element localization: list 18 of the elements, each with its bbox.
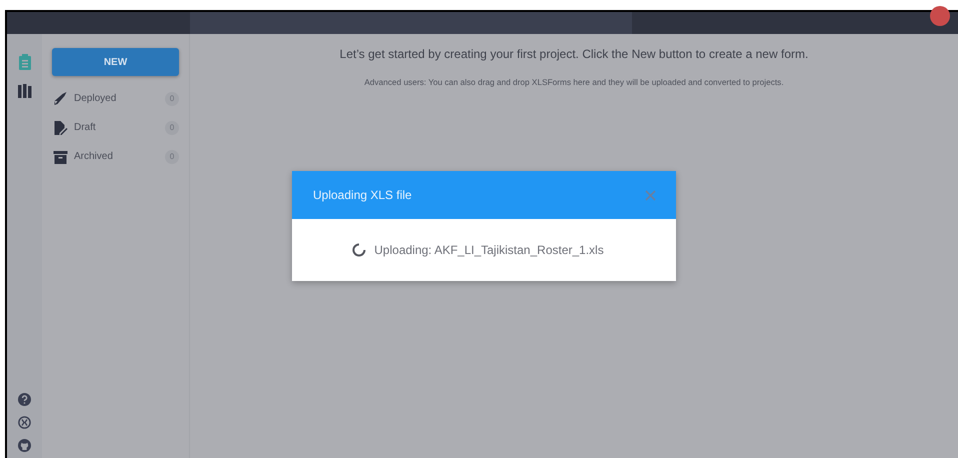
- intro-text: Let’s get started by creating your first project. Click the New button to create a new form.: [340, 47, 808, 61]
- sidebar-item[interactable]: Archived: [74, 151, 165, 162]
- github-icon[interactable]: [18, 439, 31, 452]
- search-field[interactable]: [190, 12, 632, 34]
- help-icon[interactable]: [18, 393, 31, 406]
- draft-icon: [53, 120, 68, 134]
- sidebar-item[interactable]: Deployed: [74, 93, 165, 104]
- new-button[interactable]: NEW: [52, 48, 179, 76]
- modal-title: Uploading XLS file: [313, 188, 412, 202]
- library-icon[interactable]: [18, 84, 32, 98]
- avatar-icon[interactable]: [930, 6, 950, 26]
- spinner-icon: [352, 243, 366, 257]
- sidebar-item[interactable]: Draft: [74, 122, 165, 133]
- clipboard-icon[interactable]: [18, 54, 30, 70]
- hint-text: Advanced users: You can also drag and drop XLSForms here and they will be uploaded and converted to projects.: [364, 77, 784, 87]
- archive-box-icon: [53, 150, 68, 164]
- support-icon[interactable]: [18, 416, 31, 429]
- upload-status: Uploading: AKF_LI_Tajikistan_Roster_1.xls: [374, 243, 604, 257]
